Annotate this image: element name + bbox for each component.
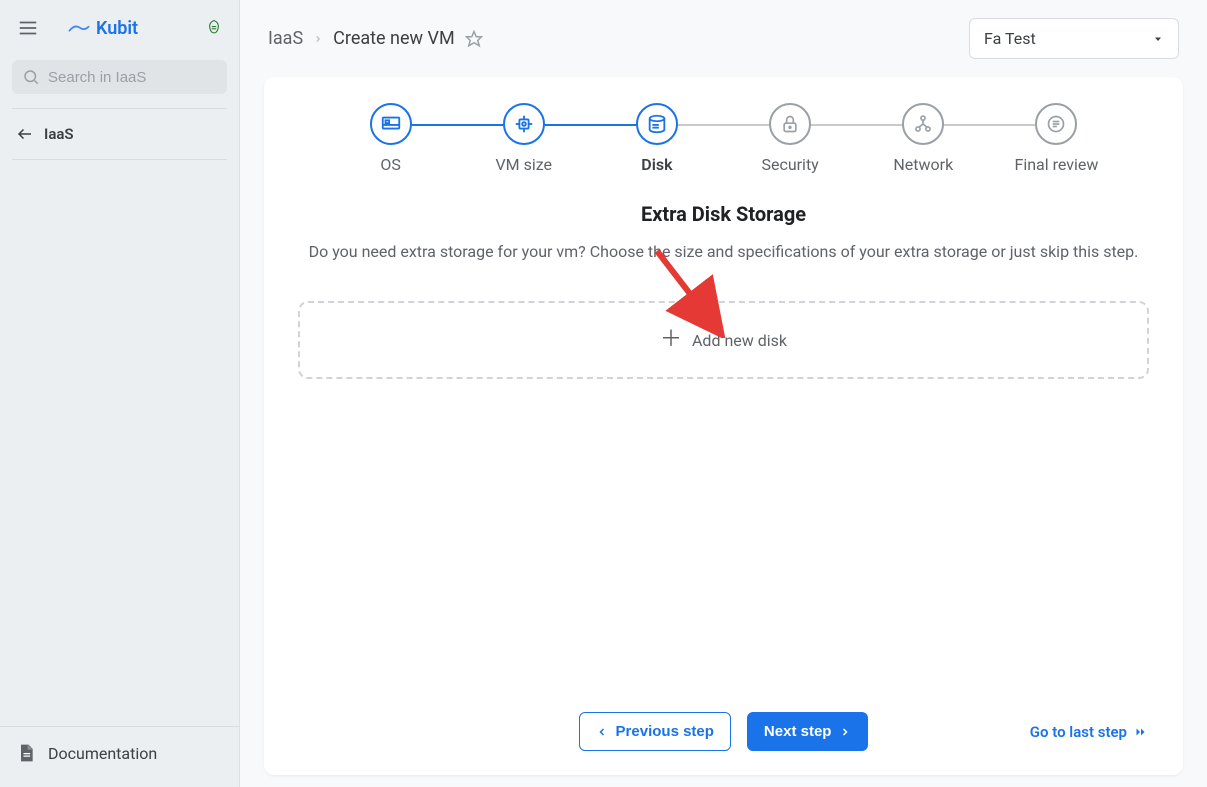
- account-dropdown[interactable]: Fa Test: [969, 18, 1179, 59]
- lock-icon: [769, 103, 811, 145]
- step-label: Final review: [1014, 155, 1098, 174]
- sidebar-header: Kubit: [0, 0, 239, 52]
- step-label: Disk: [641, 155, 672, 174]
- nav-back-iaas[interactable]: IaaS: [0, 115, 239, 153]
- search-icon: [22, 68, 40, 86]
- monitor-icon: [370, 103, 412, 145]
- documentation-link[interactable]: Documentation: [0, 726, 239, 787]
- network-icon: [902, 103, 944, 145]
- chevron-left-icon: [596, 725, 608, 739]
- cpu-icon: [503, 103, 545, 145]
- step-final-review[interactable]: Final review: [990, 103, 1123, 174]
- main: IaaS Create new VM Fa Test: [240, 0, 1207, 787]
- topbar: IaaS Create new VM Fa Test: [240, 0, 1207, 65]
- brand-name: Kubit: [96, 18, 138, 39]
- document-icon: [16, 743, 36, 763]
- account-label: Fa Test: [984, 29, 1036, 48]
- breadcrumb: IaaS Create new VM: [268, 28, 483, 49]
- brand-logo[interactable]: Kubit: [68, 18, 138, 39]
- skip-label: Go to last step: [1030, 723, 1127, 741]
- step-label: OS: [380, 155, 401, 174]
- hamburger-icon[interactable]: [16, 16, 40, 40]
- section-title: Extra Disk Storage: [264, 202, 1183, 226]
- step-label: VM size: [495, 155, 552, 174]
- previous-step-button[interactable]: Previous step: [579, 712, 731, 751]
- add-new-disk-button[interactable]: ＋ Add new disk: [298, 301, 1149, 379]
- wizard-stepper: OS VM size Disk: [264, 77, 1183, 174]
- nav-back-label: IaaS: [44, 125, 74, 143]
- arrow-left-icon: [16, 125, 34, 143]
- breadcrumb-current: Create new VM: [333, 28, 455, 49]
- next-step-button[interactable]: Next step: [747, 712, 869, 751]
- step-network[interactable]: Network: [857, 103, 990, 174]
- step-vm-size[interactable]: VM size: [457, 103, 590, 174]
- chevron-right-icon: [839, 725, 851, 739]
- star-outline-icon[interactable]: [465, 30, 483, 48]
- wizard-footer: Previous step Next step Go to last step: [264, 692, 1183, 759]
- step-label: Network: [893, 155, 953, 174]
- go-to-last-step-link[interactable]: Go to last step: [1030, 723, 1149, 741]
- sidebar: Kubit IaaS Documentation: [0, 0, 240, 787]
- double-chevron-right-icon: [1133, 726, 1149, 738]
- next-label: Next step: [764, 723, 832, 740]
- section-description: Do you need extra storage for your vm? C…: [304, 242, 1143, 261]
- documentation-label: Documentation: [48, 744, 157, 763]
- step-label: Security: [761, 155, 818, 174]
- add-disk-label: Add new disk: [692, 331, 787, 350]
- secondary-logo-icon[interactable]: [205, 19, 223, 37]
- brand-icon: [68, 21, 90, 35]
- search-input[interactable]: [48, 69, 217, 86]
- breadcrumb-root[interactable]: IaaS: [268, 28, 303, 49]
- wizard-panel: OS VM size Disk: [264, 77, 1183, 775]
- divider: [12, 108, 227, 109]
- divider: [12, 159, 227, 160]
- step-os[interactable]: OS: [324, 103, 457, 174]
- step-disk[interactable]: Disk: [590, 103, 723, 174]
- caret-down-icon: [1152, 33, 1164, 45]
- search-box[interactable]: [12, 60, 227, 94]
- chevron-right-icon: [313, 32, 323, 46]
- prev-label: Previous step: [616, 723, 714, 740]
- plus-icon: ＋: [660, 329, 682, 351]
- step-security[interactable]: Security: [724, 103, 857, 174]
- disk-icon: [636, 103, 678, 145]
- review-icon: [1035, 103, 1077, 145]
